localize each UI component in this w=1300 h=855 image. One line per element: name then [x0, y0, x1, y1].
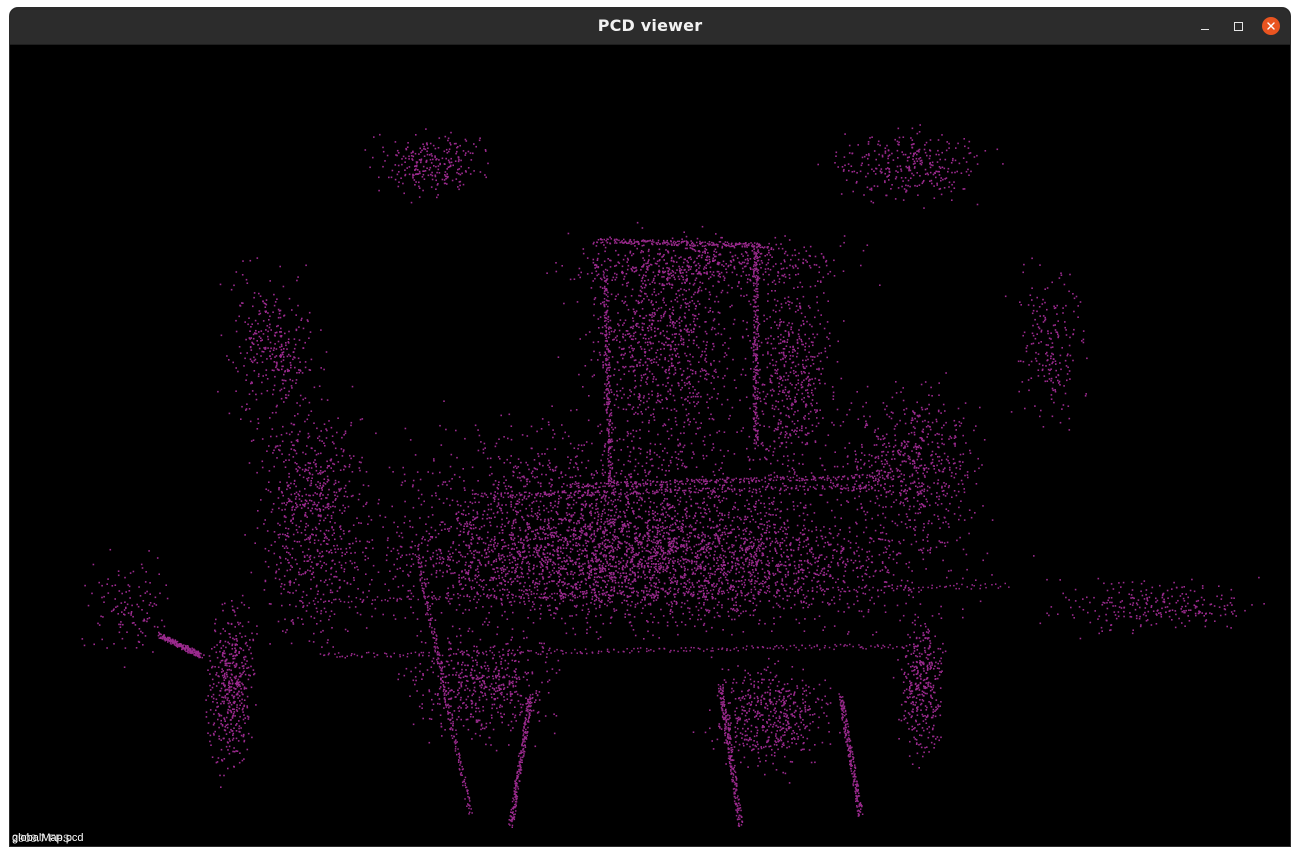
title-bar[interactable]: PCD viewer [10, 8, 1290, 45]
maximize-button[interactable] [1229, 17, 1247, 35]
point-cloud-render [10, 45, 1290, 846]
minimize-icon [1201, 28, 1209, 30]
point-cloud-viewport[interactable]: 2908.7 FPS globalMap.pcd [10, 45, 1290, 846]
file-label: globalMap.pcd [12, 832, 84, 844]
window-title: PCD viewer [597, 16, 703, 35]
maximize-icon [1233, 21, 1243, 31]
minimize-button[interactable] [1196, 17, 1214, 35]
close-icon [1267, 22, 1275, 30]
pcd-viewer-window: PCD viewer 2908.7 FPS globalMap.pcd [10, 8, 1290, 846]
close-button[interactable] [1262, 17, 1280, 35]
point-cloud-points [81, 124, 1265, 828]
